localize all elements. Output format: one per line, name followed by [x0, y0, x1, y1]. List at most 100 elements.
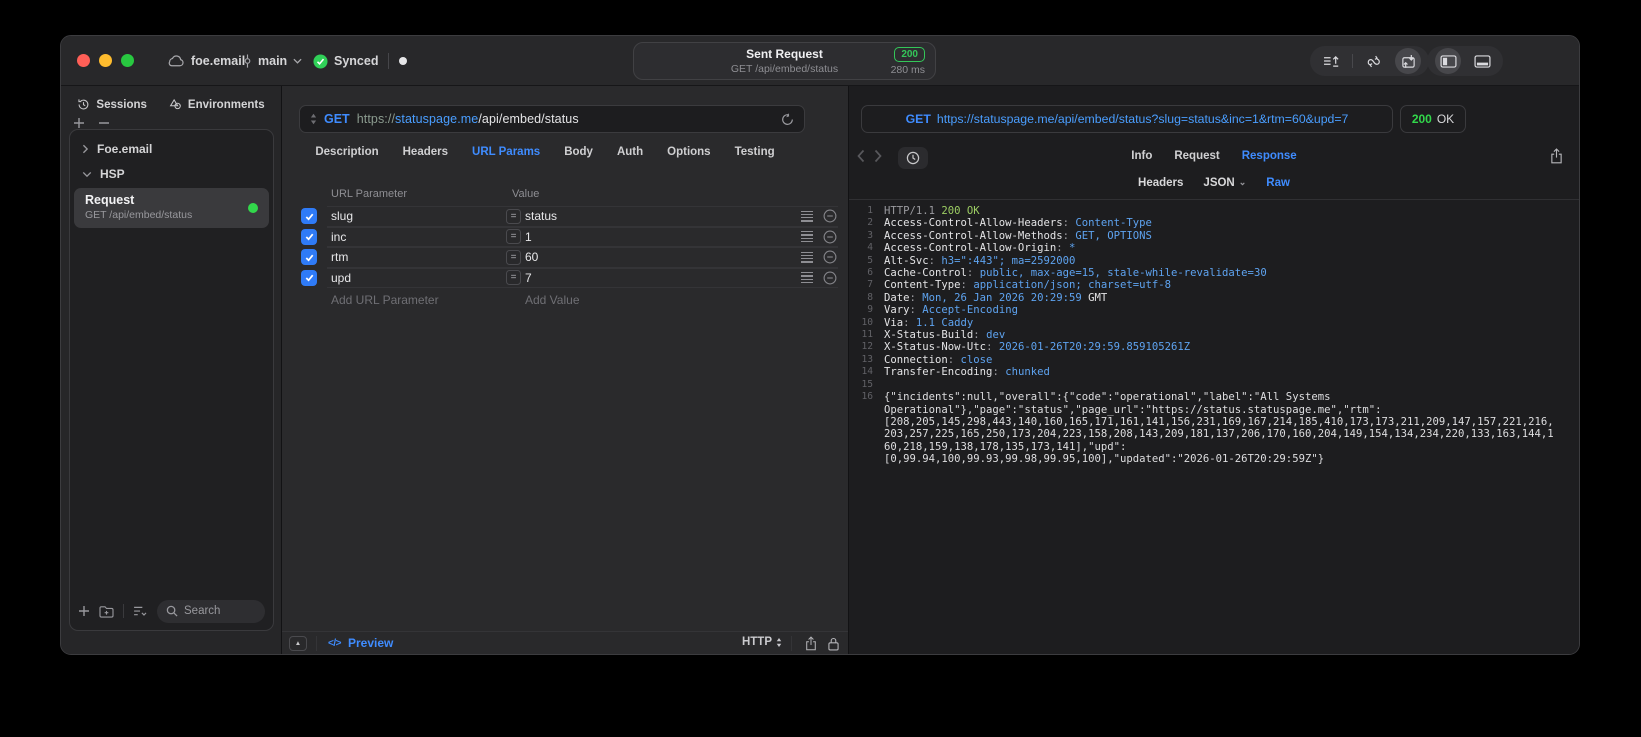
sidebar: Sessions Environments Foe.email HSP Requ… [61, 86, 282, 654]
param-value-field[interactable]: 60 [525, 250, 538, 264]
content: Sessions Environments Foe.email HSP Requ… [61, 86, 1579, 654]
sidebar-tab-environments[interactable]: Environments [169, 98, 265, 111]
sync-status[interactable]: Synced [313, 36, 378, 86]
tree-item-hsp[interactable]: HSP [82, 163, 265, 185]
toggle-bottom-panel-button[interactable] [1469, 48, 1495, 74]
protocol-selector[interactable]: HTTP [742, 636, 782, 648]
response-tab-request[interactable]: Request [1174, 150, 1219, 162]
import-box-icon [1401, 54, 1416, 69]
param-enabled-checkbox[interactable] [301, 208, 317, 224]
param-enabled-checkbox[interactable] [301, 228, 317, 245]
sidebar-add-remove [73, 117, 110, 129]
chevron-down-icon [82, 171, 92, 178]
lock-icon[interactable] [828, 637, 839, 651]
param-name-field[interactable]: rtm [331, 250, 348, 264]
method-updown-icon[interactable] [310, 113, 317, 125]
param-name-field[interactable]: slug [331, 209, 353, 223]
close-window-button[interactable] [77, 54, 90, 67]
titlebar: foe.email main Synced Sent Request GET /… [61, 36, 1579, 86]
new-folder-button[interactable] [99, 605, 114, 618]
response-subtab-json[interactable]: JSON ⌄ [1203, 177, 1246, 190]
request-method[interactable]: GET [324, 112, 350, 126]
request-url-bar[interactable]: GET https://statuspage.me/api/embed/stat… [299, 105, 805, 133]
response-subtab-raw[interactable]: Raw [1266, 177, 1290, 189]
request-tab-testing[interactable]: Testing [735, 146, 775, 158]
request-tab-auth[interactable]: Auth [617, 146, 643, 158]
share-icon[interactable] [805, 636, 817, 651]
param-enabled-checkbox[interactable] [301, 269, 317, 286]
export-response-button[interactable] [1550, 148, 1563, 164]
zoom-window-button[interactable] [121, 54, 134, 67]
request-url[interactable]: https://statuspage.me/api/embed/status [357, 112, 579, 126]
import-request-button[interactable] [1395, 48, 1421, 74]
request-summary-status: 200 280 ms [891, 47, 925, 76]
preview-label: Preview [347, 636, 394, 650]
search-placeholder: Search [184, 605, 221, 617]
unsaved-indicator-dot [399, 57, 407, 65]
new-request-button[interactable] [78, 605, 90, 617]
line-number [849, 453, 873, 465]
search-input[interactable]: Search [157, 599, 265, 623]
param-options-icon[interactable] [801, 251, 813, 263]
code-text: X-Status-Build: dev [884, 329, 1006, 342]
titlebar-actions-right [1427, 46, 1503, 76]
project-menu[interactable]: foe.email [167, 36, 245, 86]
remove-item-button[interactable] [98, 117, 110, 129]
git-commit-icon [243, 54, 252, 68]
response-divider [849, 199, 1579, 200]
remove-param-button[interactable] [823, 250, 837, 264]
request-tab-description[interactable]: Description [315, 146, 378, 158]
code-line: 203,257,225,165,250,173,204,223,158,208,… [849, 428, 1579, 440]
param-options-icon[interactable] [801, 231, 813, 243]
sort-filter-button[interactable] [133, 606, 148, 617]
request-list-item-selected[interactable]: Request GET /api/embed/status [74, 188, 269, 228]
line-number [849, 441, 873, 453]
response-subtab-headers[interactable]: Headers [1138, 177, 1183, 189]
param-name-field[interactable]: upd [331, 271, 351, 285]
app-window: foe.email main Synced Sent Request GET /… [60, 35, 1580, 655]
request-summary[interactable]: Sent Request GET /api/embed/status 200 2… [633, 42, 936, 80]
remove-param-button[interactable] [823, 209, 837, 223]
tree-item-foe-email[interactable]: Foe.email [82, 138, 265, 160]
request-tab-url-params[interactable]: URL Params [472, 146, 540, 158]
code-line: 16 {"incidents":null,"overall":{"code":"o… [849, 391, 1579, 403]
request-tab-body[interactable]: Body [564, 146, 593, 158]
param-name-field[interactable]: inc [331, 230, 346, 244]
line-number: 6 [867, 267, 873, 279]
add-value-placeholder[interactable]: Add Value [525, 293, 580, 307]
code-text: Access-Control-Allow-Methods: GET, OPTIO… [884, 229, 1152, 242]
remove-param-button[interactable] [823, 271, 837, 285]
response-tabs: Info Request Response [849, 150, 1579, 162]
response-body[interactable]: 1 HTTP/1.1 200 OK 2 Access-Control-Allow-He… [849, 205, 1579, 654]
request-tab-headers[interactable]: Headers [403, 146, 448, 158]
export-lines-button[interactable] [1318, 48, 1344, 74]
remove-param-button[interactable] [823, 230, 837, 244]
preview-button[interactable]: </> Preview [328, 636, 393, 650]
share-icon [1551, 148, 1562, 164]
footer-divider [791, 636, 792, 651]
search-icon [166, 605, 178, 617]
sidebar-tab-sessions[interactable]: Sessions [77, 98, 147, 111]
resend-request-button[interactable] [781, 112, 794, 126]
add-param-row[interactable]: Add URL Parameter Add Value [282, 290, 848, 310]
param-options-icon[interactable] [801, 272, 813, 284]
cloud-icon [167, 55, 185, 67]
branch-selector[interactable]: main [243, 36, 302, 86]
response-status-code: 200 [1411, 112, 1432, 126]
param-value-field[interactable]: status [525, 209, 557, 223]
param-value-field[interactable]: 1 [525, 230, 532, 244]
add-param-placeholder[interactable]: Add URL Parameter [331, 293, 439, 307]
param-options-icon[interactable] [801, 210, 813, 222]
add-item-button[interactable] [73, 117, 85, 129]
sent-request-url[interactable]: GET https://statuspage.me/api/embed/stat… [861, 105, 1393, 133]
merge-loop-button[interactable] [1361, 48, 1387, 74]
line-number: 9 [867, 304, 873, 316]
param-enabled-checkbox[interactable] [301, 249, 317, 265]
param-value-field[interactable]: 7 [525, 271, 532, 285]
response-tab-response[interactable]: Response [1242, 150, 1297, 162]
toggle-sidebar-button[interactable] [1435, 48, 1461, 74]
response-tab-info[interactable]: Info [1131, 150, 1152, 162]
request-tab-options[interactable]: Options [667, 146, 710, 158]
expand-panel-button[interactable]: ▲ [289, 636, 307, 651]
minimize-window-button[interactable] [99, 54, 112, 67]
